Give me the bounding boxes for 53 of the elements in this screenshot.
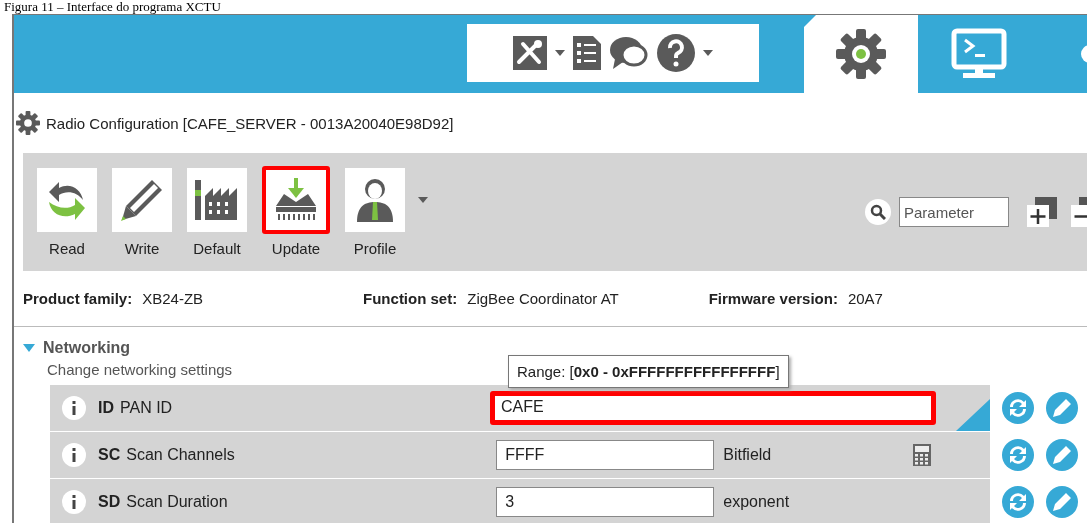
figure-caption: Figura 11 – Interface do programa XCTU (3, 0, 222, 13)
unit-label: exponent (723, 493, 791, 511)
info-label: Function set: (363, 290, 458, 307)
default-button[interactable]: Default (187, 167, 247, 257)
tab[interactable] (804, 15, 918, 93)
setting-name: Scan Channels (126, 446, 236, 464)
collapse-all-icon[interactable] (1071, 197, 1087, 227)
refresh-icon[interactable] (1002, 392, 1034, 424)
info-value: 20A7 (847, 290, 883, 307)
list-icon[interactable] (573, 36, 601, 70)
setting-name: Scan Duration (126, 493, 229, 511)
info-value: XB24-ZB (142, 290, 204, 307)
expand-caret-icon[interactable] (23, 344, 35, 352)
section-title: Networking (43, 339, 131, 357)
chat-icon[interactable] (609, 35, 649, 71)
value-field[interactable]: FFFF (496, 440, 715, 470)
setting-name: PAN ID (120, 399, 174, 417)
read-button[interactable]: Read (37, 167, 97, 257)
caret-icon[interactable] (555, 50, 565, 56)
refresh-icon[interactable] (1002, 486, 1034, 518)
update-button[interactable]: Update (262, 167, 330, 257)
calculator-icon[interactable] (913, 444, 932, 466)
pencil-icon[interactable] (1046, 439, 1078, 471)
info-icon[interactable] (62, 490, 86, 514)
info-label: Product family: (23, 290, 133, 307)
help-icon[interactable] (657, 34, 695, 72)
value-field[interactable]: 3 (496, 487, 715, 517)
info-label: Firmware version: (708, 290, 838, 307)
refresh-icon[interactable] (1002, 439, 1034, 471)
info-icon[interactable] (62, 443, 86, 467)
caret-icon[interactable] (418, 196, 428, 203)
search-icon[interactable] (870, 204, 886, 220)
value-field[interactable]: CAFE (490, 391, 936, 425)
monitor-icon[interactable] (951, 28, 1007, 80)
info-value: ZigBee Coordinator AT (467, 290, 619, 307)
caret-icon[interactable] (703, 50, 713, 56)
write-button[interactable]: Write (112, 167, 172, 257)
range-tooltip: Range: [0x0 - 0xFFFFFFFFFFFFFFFF] (508, 355, 789, 388)
unit-label: Bitfield (723, 446, 773, 464)
setting-code: SD (98, 493, 121, 511)
tools-icon[interactable] (513, 36, 547, 70)
gear-icon (16, 111, 40, 135)
info-icon[interactable] (62, 396, 86, 420)
pencil-icon[interactable] (1046, 392, 1078, 424)
search-field[interactable]: Parameter (899, 197, 1009, 227)
profile-button[interactable]: Profile (345, 167, 405, 257)
section-subtitle: Change networking settings (47, 361, 233, 378)
setting-code: SC (98, 446, 121, 464)
pencil-icon[interactable] (1046, 486, 1078, 518)
setting-code: ID (98, 399, 114, 417)
panel-title: Radio Configuration [CAFE_SERVER - 0013A20040E98D92] (46, 114, 454, 132)
gear-icon[interactable] (836, 29, 886, 79)
expand-all-icon[interactable] (1027, 197, 1057, 227)
